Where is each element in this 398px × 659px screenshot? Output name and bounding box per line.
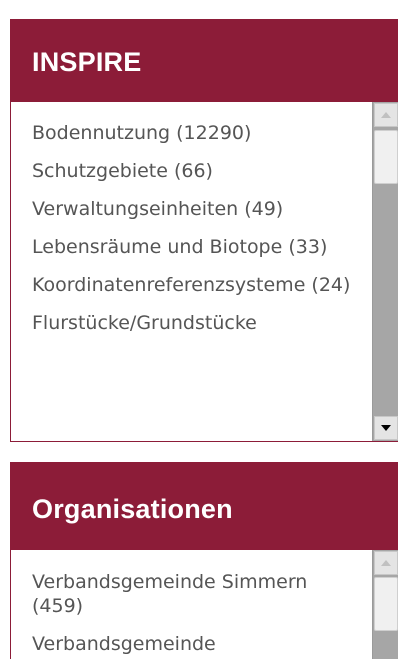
list-item[interactable]: Koordinatenreferenzsysteme (24)	[11, 273, 373, 297]
triangle-down-icon	[381, 425, 391, 431]
list-item[interactable]: Verbandsgemeinde	[11, 632, 373, 656]
triangle-up-icon	[381, 112, 391, 118]
scroll-up-button[interactable]	[374, 103, 398, 127]
organisationen-panel: Organisationen Verbandsgemeinde Simmern …	[10, 462, 398, 659]
organisationen-scrollbar[interactable]	[372, 550, 398, 659]
scroll-down-button[interactable]	[374, 416, 398, 440]
scroll-up-button[interactable]	[374, 551, 398, 575]
inspire-scrollbar[interactable]	[372, 102, 398, 441]
organisationen-list-container: Verbandsgemeinde Simmern (459) Verbandsg…	[10, 550, 398, 659]
inspire-list-container: Bodennutzung (12290) Schutzgebiete (66) …	[10, 102, 398, 442]
triangle-up-icon	[381, 560, 391, 566]
inspire-panel-title: INSPIRE	[10, 19, 398, 102]
list-item[interactable]: Verwaltungseinheiten (49)	[11, 197, 373, 221]
organisationen-panel-title: Organisationen	[10, 462, 398, 550]
list-item[interactable]: Lebensräume und Biotope (33)	[11, 235, 373, 259]
list-item[interactable]: Bodennutzung (12290)	[11, 121, 373, 145]
list-item[interactable]: Flurstücke/Grundstücke	[11, 311, 373, 335]
list-item[interactable]: Schutzgebiete (66)	[11, 159, 373, 183]
inspire-list: Bodennutzung (12290) Schutzgebiete (66) …	[11, 121, 373, 349]
organisationen-list: Verbandsgemeinde Simmern (459) Verbandsg…	[11, 570, 373, 659]
scrollbar-thumb[interactable]	[374, 577, 398, 631]
list-item[interactable]: Verbandsgemeinde Simmern (459)	[11, 570, 373, 618]
inspire-panel: INSPIRE Bodennutzung (12290) Schutzgebie…	[10, 19, 398, 442]
scrollbar-thumb[interactable]	[374, 130, 398, 184]
